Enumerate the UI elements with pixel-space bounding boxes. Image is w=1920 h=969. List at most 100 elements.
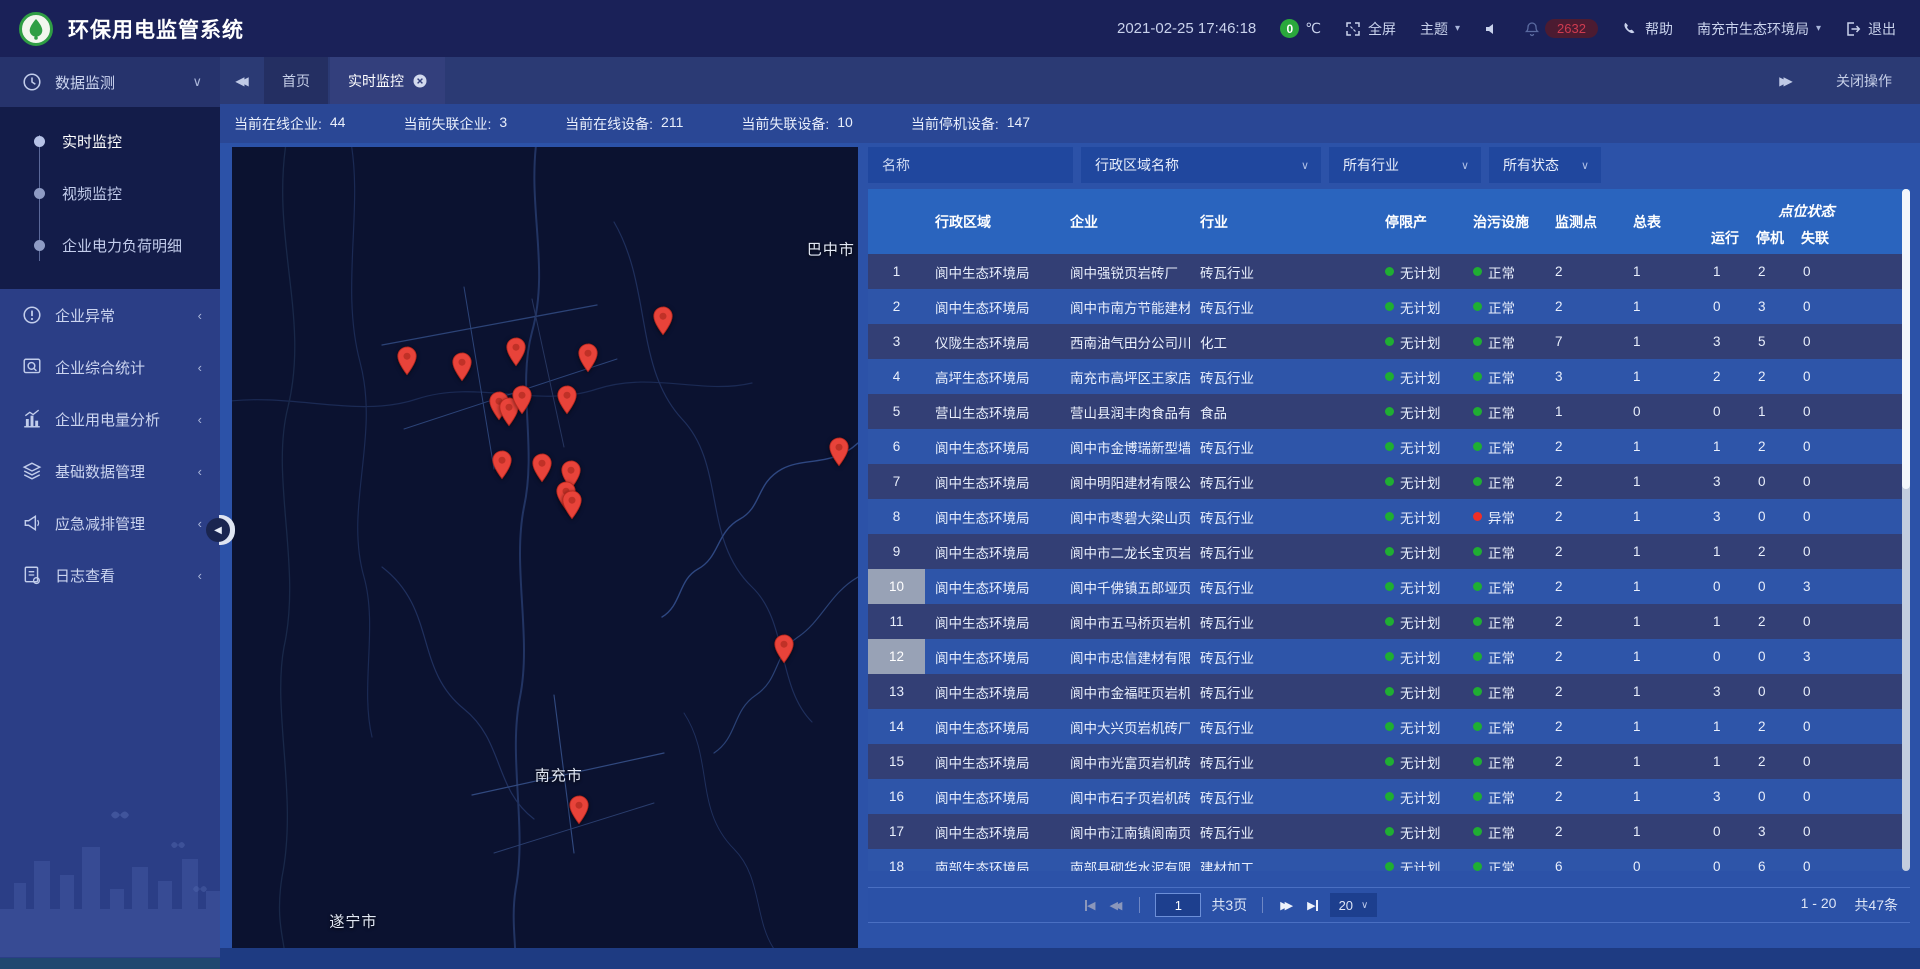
- cell-run: 0: [1703, 299, 1748, 314]
- sidebar-item-4[interactable]: 企业用电量分析 ‹: [0, 393, 220, 445]
- table-row[interactable]: 8 阆中生态环境局 阆中市枣碧大梁山页岩 砖瓦行业 无计划 异常 2 1 3 0…: [868, 499, 1910, 534]
- table-row[interactable]: 16 阆中生态环境局 阆中市石子页岩机砖厂 砖瓦行业 无计划 正常 2 1 3 …: [868, 779, 1910, 814]
- page-size-select[interactable]: 20∨: [1330, 893, 1378, 917]
- status-dot: [1473, 757, 1482, 766]
- close-operations-button[interactable]: 关闭操作: [1836, 71, 1892, 91]
- theme-dropdown[interactable]: 主题▾: [1420, 19, 1460, 39]
- table-scrollbar[interactable]: [1902, 189, 1910, 871]
- table-row[interactable]: 17 阆中生态环境局 阆中市江南镇阆南页岩 砖瓦行业 无计划 正常 2 1 0 …: [868, 814, 1910, 849]
- tab-close-icon[interactable]: [413, 74, 427, 88]
- map-pin-icon[interactable]: [569, 795, 590, 825]
- map-pin-icon[interactable]: [511, 385, 532, 415]
- table-row[interactable]: 14 阆中生态环境局 阆中大兴页岩机砖厂 砖瓦行业 无计划 正常 2 1 1 2…: [868, 709, 1910, 744]
- map-pin-icon[interactable]: [491, 450, 512, 480]
- cell-points: 2: [1545, 439, 1623, 454]
- status-dot: [1473, 582, 1482, 591]
- status-dot: [1473, 722, 1482, 731]
- cell-meter: 1: [1623, 789, 1703, 804]
- facility-label: 正常: [1488, 682, 1515, 702]
- table-row[interactable]: 7 阆中生态环境局 阆中明阳建材有限公司 砖瓦行业 无计划 正常 2 1 3 0…: [868, 464, 1910, 499]
- table-row[interactable]: 3 仪陇生态环境局 西南油气田分公司川中 化工 无计划 正常 7 1 3 5 0: [868, 324, 1910, 359]
- table-row[interactable]: 1 阆中生态环境局 阆中强锐页岩砖厂 砖瓦行业 无计划 正常 2 1 1 2 0: [868, 254, 1910, 289]
- table-row[interactable]: 18 南部生态环境局 南部县砌华水泥有限公 建材加工 无计划 正常 6 0 0 …: [868, 849, 1910, 871]
- table-row[interactable]: 2 阆中生态环境局 阆中市南方节能建材有 砖瓦行业 无计划 正常 2 1 0 3…: [868, 289, 1910, 324]
- map-pin-icon[interactable]: [397, 346, 418, 376]
- notification-badge[interactable]: 2632: [1524, 19, 1598, 38]
- region-filter-select[interactable]: 行政区域名称∨: [1081, 147, 1321, 183]
- cell-points: 2: [1545, 264, 1623, 279]
- sidebar-item-1[interactable]: 数据监测 ∨: [0, 57, 220, 107]
- stop-label: 无计划: [1400, 262, 1441, 282]
- cell-company: 南部县砌华水泥有限公: [1060, 857, 1190, 872]
- map-pin-icon[interactable]: [561, 490, 582, 520]
- sidebar-subitem[interactable]: 实时监控: [0, 115, 220, 167]
- sidebar-item-3[interactable]: 企业综合统计 ‹: [0, 341, 220, 393]
- next-page-button[interactable]: ▶▶: [1278, 897, 1295, 914]
- cell-meter: 1: [1623, 439, 1703, 454]
- status-filter-select[interactable]: 所有状态∨: [1489, 147, 1601, 183]
- cell-facility-status: 正常: [1463, 577, 1545, 597]
- sidebar-item-2[interactable]: 企业异常 ‹: [0, 289, 220, 341]
- table-row[interactable]: 10 阆中生态环境局 阆中千佛镇五郎垭页岩 砖瓦行业 无计划 正常 2 1 0 …: [868, 569, 1910, 604]
- status-dot-green: [1385, 862, 1394, 871]
- sidebar-item-label: 应急减排管理: [55, 513, 198, 534]
- map-pin-icon[interactable]: [451, 352, 472, 382]
- tabs-scroll-right-button[interactable]: ▶▶: [1764, 74, 1808, 88]
- cell-meter: 1: [1623, 369, 1703, 384]
- last-page-button[interactable]: ▶: [1305, 897, 1319, 914]
- col-points: 监测点: [1545, 189, 1623, 254]
- cell-halt: 1: [1748, 404, 1793, 419]
- map-panel[interactable]: 巴中市南充市遂宁市: [232, 147, 858, 948]
- cell-industry: 砖瓦行业: [1190, 822, 1375, 842]
- sidebar-item-6[interactable]: 应急减排管理 ‹: [0, 497, 220, 549]
- sidebar-item-5[interactable]: 基础数据管理 ‹: [0, 445, 220, 497]
- table-row[interactable]: 11 阆中生态环境局 阆中市五马桥页岩机砖 砖瓦行业 无计划 正常 2 1 1 …: [868, 604, 1910, 639]
- scrollbar-thumb[interactable]: [1902, 189, 1910, 489]
- cell-points: 2: [1545, 824, 1623, 839]
- table-row[interactable]: 6 阆中生态环境局 阆中市金博瑞新型墙材 砖瓦行业 无计划 正常 2 1 1 2…: [868, 429, 1910, 464]
- org-dropdown[interactable]: 南充市生态环境局▾: [1697, 19, 1821, 39]
- first-page-button[interactable]: ◀: [1083, 897, 1097, 914]
- page-number-input[interactable]: [1155, 893, 1201, 917]
- map-pin-icon[interactable]: [505, 337, 526, 367]
- cell-region: 阆中生态环境局: [925, 542, 1060, 562]
- stat-value: 147: [1007, 114, 1030, 134]
- cell-industry: 砖瓦行业: [1190, 682, 1375, 702]
- table-row[interactable]: 4 高坪生态环境局 南充市高坪区王家店建 砖瓦行业 无计划 正常 3 1 2 2…: [868, 359, 1910, 394]
- map-pin-icon[interactable]: [652, 306, 673, 336]
- table-row[interactable]: 5 营山生态环境局 营山县润丰肉食品有限 食品 无计划 正常 1 0 0 1 0: [868, 394, 1910, 429]
- name-filter-input[interactable]: [868, 147, 1073, 183]
- map-pin-icon[interactable]: [578, 343, 599, 373]
- map-pin-icon[interactable]: [774, 634, 795, 664]
- sidebar-subitem[interactable]: 企业电力负荷明细: [0, 219, 220, 271]
- map-pin-icon[interactable]: [532, 453, 553, 483]
- sidebar-item-7[interactable]: 日志查看 ‹: [0, 549, 220, 601]
- cell-industry: 砖瓦行业: [1190, 367, 1375, 387]
- chevron-down-icon: ∨: [1461, 159, 1469, 172]
- tab[interactable]: 实时监控: [330, 57, 445, 104]
- cell-meter: 1: [1623, 614, 1703, 629]
- table-row[interactable]: 13 阆中生态环境局 阆中市金福旺页岩机砖 砖瓦行业 无计划 正常 2 1 3 …: [868, 674, 1910, 709]
- cell-points: 2: [1545, 614, 1623, 629]
- table-row[interactable]: 12 阆中生态环境局 阆中市忠信建材有限公 砖瓦行业 无计划 正常 2 1 0 …: [868, 639, 1910, 674]
- fullscreen-button[interactable]: 全屏: [1345, 19, 1396, 39]
- tab[interactable]: 首页: [264, 57, 328, 104]
- logout-button[interactable]: 退出: [1845, 19, 1896, 39]
- sound-button[interactable]: [1484, 21, 1500, 37]
- cell-lost: 3: [1793, 579, 1910, 594]
- industry-filter-select[interactable]: 所有行业 ∨: [1329, 147, 1481, 183]
- industry-filter-value: 所有行业: [1343, 155, 1399, 175]
- table-row[interactable]: 15 阆中生态环境局 阆中市光富页岩机砖厂 砖瓦行业 无计划 正常 2 1 1 …: [868, 744, 1910, 779]
- sidebar-subitem[interactable]: 视频监控: [0, 167, 220, 219]
- cell-run: 3: [1703, 334, 1748, 349]
- map-pin-icon[interactable]: [556, 385, 577, 415]
- help-button[interactable]: 帮助: [1622, 19, 1673, 39]
- status-dot: [1473, 792, 1482, 801]
- cell-meter: 0: [1623, 859, 1703, 871]
- cell-facility-status: 正常: [1463, 787, 1545, 807]
- table-row[interactable]: 9 阆中生态环境局 阆中市二龙长宝页岩砖 砖瓦行业 无计划 正常 2 1 1 2…: [868, 534, 1910, 569]
- temperature-badge: 0: [1280, 19, 1299, 38]
- map-pin-icon[interactable]: [829, 437, 850, 467]
- prev-page-button[interactable]: ◀◀: [1107, 897, 1124, 914]
- tabs-scroll-left-button[interactable]: ◀◀: [220, 57, 264, 104]
